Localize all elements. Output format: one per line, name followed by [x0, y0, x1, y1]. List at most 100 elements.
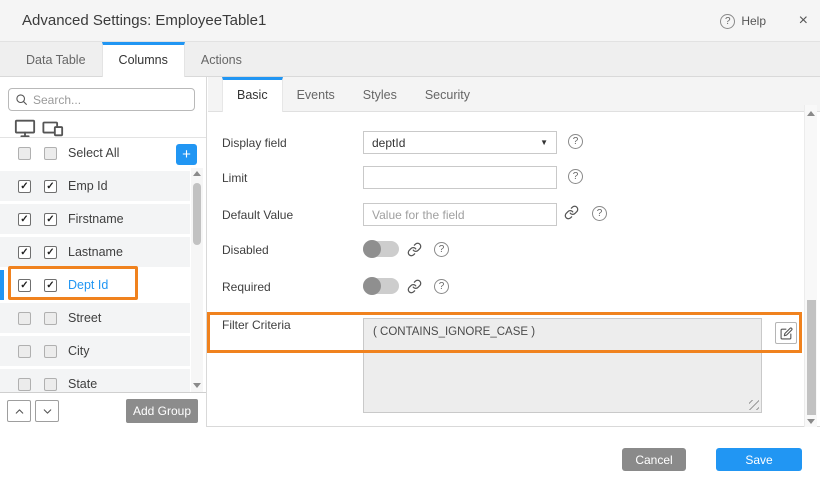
disabled-toggle[interactable] [363, 241, 399, 257]
tab-styles[interactable]: Styles [349, 77, 411, 112]
tab-data-table[interactable]: Data Table [10, 42, 102, 77]
disabled-label: Disabled [222, 243, 269, 257]
filter-criteria-edit-button[interactable] [775, 322, 797, 344]
mobile-checkbox[interactable]: ✓ [44, 213, 57, 226]
list-item-label: City [68, 344, 90, 358]
sidebar-footer: Add Group [0, 392, 206, 427]
scrollbar-thumb[interactable] [193, 183, 201, 245]
scrollbar-thumb[interactable] [807, 300, 816, 415]
scroll-down-icon[interactable] [193, 383, 201, 388]
filter-criteria-field: ( CONTAINS_IGNORE_CASE ) [363, 318, 762, 413]
desktop-checkbox[interactable]: ✓ [18, 279, 31, 292]
mobile-checkbox[interactable]: ✓ [44, 180, 57, 193]
dialog-footer: Cancel Save [0, 428, 820, 487]
dialog-title: Advanced Settings: EmployeeTable1 [22, 0, 266, 42]
tab-actions[interactable]: Actions [185, 42, 258, 77]
list-item-label: Emp Id [68, 179, 108, 193]
mobile-checkbox[interactable]: ✓ [44, 345, 57, 358]
link-binding-icon[interactable] [407, 279, 422, 294]
select-all-desktop-checkbox[interactable]: ✓ [18, 147, 31, 160]
resize-handle[interactable] [749, 400, 759, 410]
default-value-input[interactable] [363, 203, 557, 226]
search-box [8, 88, 195, 111]
list-item-lastname[interactable]: ✓ ✓ Lastname [0, 237, 190, 267]
tab-basic[interactable]: Basic [222, 77, 283, 112]
mobile-checkbox[interactable]: ✓ [44, 312, 57, 325]
desktop-checkbox[interactable]: ✓ [18, 246, 31, 259]
columns-list: ✓ ✓ Emp Id ✓ ✓ Firstname ✓ ✓ Lastname ✓ … [0, 171, 190, 392]
move-up-button[interactable] [7, 400, 31, 422]
list-item-label: Firstname [68, 212, 124, 226]
select-all-label: Select All [68, 146, 119, 160]
list-item-city[interactable]: ✓ ✓ City [0, 336, 190, 366]
caret-down-icon: ▼ [540, 138, 548, 147]
select-all-mobile-checkbox[interactable]: ✓ [44, 147, 57, 160]
filter-criteria-label: Filter Criteria [222, 318, 291, 332]
select-all-row: ✓ ✓ Select All + [0, 138, 206, 168]
list-item-label: Lastname [68, 245, 123, 259]
list-item-label: Dept Id [68, 278, 108, 292]
chevron-down-icon [41, 405, 54, 418]
desktop-checkbox[interactable]: ✓ [18, 180, 31, 193]
toggle-knob [363, 240, 381, 258]
advanced-settings-dialog: Advanced Settings: EmployeeTable1 ? Help… [0, 0, 820, 487]
display-field-help-icon[interactable]: ? [568, 134, 583, 149]
dialog-header: Advanced Settings: EmployeeTable1 ? Help… [0, 0, 820, 42]
close-icon[interactable]: × [799, 0, 808, 42]
sidebar-scrollbar[interactable] [191, 168, 203, 392]
list-item-state[interactable]: ✓ ✓ State [0, 369, 190, 392]
help-label: Help [741, 14, 766, 28]
required-label: Required [222, 280, 271, 294]
desktop-checkbox[interactable]: ✓ [18, 213, 31, 226]
list-item-label: State [68, 377, 97, 391]
scroll-up-icon[interactable] [807, 111, 815, 116]
list-item-emp-id[interactable]: ✓ ✓ Emp Id [0, 171, 190, 201]
link-binding-icon[interactable] [407, 242, 422, 257]
tablet-phone-icon[interactable] [42, 117, 64, 139]
desktop-icon[interactable] [14, 117, 36, 139]
help-button[interactable]: ? Help [720, 0, 766, 42]
main-tabbar: Data Table Columns Actions [0, 42, 820, 77]
limit-input[interactable] [363, 166, 557, 189]
chevron-up-icon [13, 405, 26, 418]
settings-tabbar: Basic Events Styles Security [208, 77, 820, 112]
list-item-street[interactable]: ✓ ✓ Street [0, 303, 190, 333]
tab-events[interactable]: Events [283, 77, 349, 112]
mobile-checkbox[interactable]: ✓ [44, 378, 57, 391]
tab-security[interactable]: Security [411, 77, 484, 112]
scroll-up-icon[interactable] [193, 171, 201, 176]
link-binding-icon[interactable] [564, 205, 579, 220]
column-settings-panel: Basic Events Styles Security Display fie… [208, 77, 820, 427]
save-button[interactable]: Save [716, 448, 802, 471]
mobile-checkbox[interactable]: ✓ [44, 246, 57, 259]
limit-help-icon[interactable]: ? [568, 169, 583, 184]
panel-scrollbar[interactable] [804, 105, 817, 427]
required-help-icon[interactable]: ? [434, 279, 449, 294]
required-toggle[interactable] [363, 278, 399, 294]
disabled-help-icon[interactable]: ? [434, 242, 449, 257]
list-item-label: Street [68, 311, 101, 325]
display-field-select[interactable]: deptId ▼ [363, 131, 557, 154]
desktop-checkbox[interactable]: ✓ [18, 312, 31, 325]
display-field-label: Display field [222, 136, 287, 150]
edit-pencil-icon [780, 327, 793, 340]
list-item-firstname[interactable]: ✓ ✓ Firstname [0, 204, 190, 234]
filter-criteria-textarea[interactable]: ( CONTAINS_IGNORE_CASE ) [363, 318, 762, 413]
scroll-down-icon[interactable] [807, 419, 815, 424]
tab-columns[interactable]: Columns [102, 42, 185, 77]
mobile-checkbox[interactable]: ✓ [44, 279, 57, 292]
desktop-checkbox[interactable]: ✓ [18, 378, 31, 391]
list-item-dept-id[interactable]: ✓ ✓ Dept Id [0, 270, 190, 300]
toggle-knob [363, 277, 381, 295]
dialog-body: ✓ ✓ Select All + ✓ ✓ Emp Id ✓ ✓ Firstnam… [0, 77, 820, 427]
columns-sidebar: ✓ ✓ Select All + ✓ ✓ Emp Id ✓ ✓ Firstnam… [0, 77, 207, 427]
add-group-button[interactable]: Add Group [126, 399, 198, 423]
default-value-help-icon[interactable]: ? [592, 206, 607, 221]
cancel-button[interactable]: Cancel [622, 448, 686, 471]
add-column-button[interactable]: + [176, 144, 197, 165]
default-value-label: Default Value [222, 208, 293, 222]
limit-label: Limit [222, 171, 247, 185]
move-down-button[interactable] [35, 400, 59, 422]
search-input[interactable] [33, 93, 188, 107]
desktop-checkbox[interactable]: ✓ [18, 345, 31, 358]
